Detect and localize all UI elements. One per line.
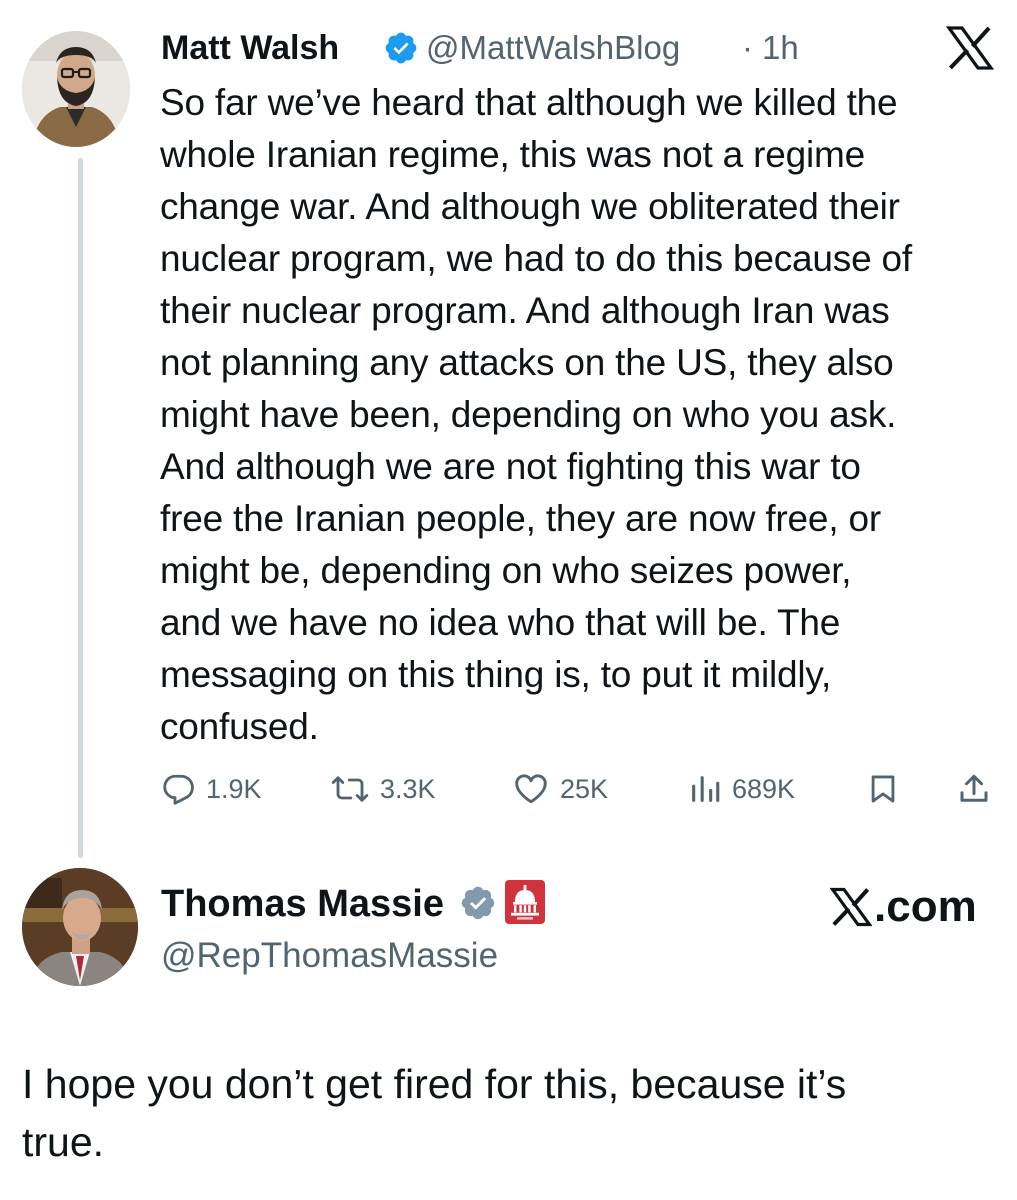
repost-count: 3.3K bbox=[380, 773, 436, 804]
reply-author-handle[interactable]: @RepThomasMassie bbox=[161, 930, 498, 982]
heart-icon bbox=[515, 774, 547, 804]
avatar-matt-walsh[interactable] bbox=[22, 31, 130, 147]
post-text-line: messaging on this thing is, to put it mi… bbox=[160, 654, 832, 695]
share-icon bbox=[960, 774, 988, 802]
reply-text: I hope you don’t get fired for this, bec… bbox=[22, 1055, 1002, 1171]
post-text-line: free the Iranian people, they are now fr… bbox=[160, 498, 881, 539]
post-text-line: and we have no idea who that will be. Th… bbox=[160, 602, 841, 643]
x-logo-icon bbox=[946, 26, 994, 70]
repost-icon bbox=[331, 776, 369, 802]
like-button[interactable]: 25K bbox=[512, 766, 608, 812]
post-text-line: their nuclear program. And although Iran… bbox=[160, 290, 890, 331]
post-text-line: nuclear program, we had to do this becau… bbox=[160, 238, 913, 279]
x-com-watermark: .com bbox=[830, 878, 977, 936]
thread-connector-line bbox=[78, 158, 83, 858]
post-timestamp[interactable]: 1h bbox=[762, 22, 799, 74]
capitol-government-badge-icon[interactable] bbox=[505, 880, 545, 924]
views-button[interactable]: 689K bbox=[688, 766, 795, 812]
post-text-line: confused. bbox=[160, 706, 319, 747]
repost-button[interactable]: 3.3K bbox=[330, 766, 436, 812]
post-text-line: whole Iranian regime, this was not a reg… bbox=[160, 134, 866, 175]
avatar-thomas-massie[interactable] bbox=[22, 868, 138, 986]
reply-count: 1.9K bbox=[206, 773, 262, 804]
reply-icon bbox=[163, 774, 194, 805]
gray-verified-badge-icon[interactable] bbox=[459, 884, 497, 922]
x-logo-icon bbox=[830, 887, 872, 927]
views-chart-icon bbox=[692, 776, 720, 802]
reply-text-line: true. bbox=[22, 1119, 105, 1165]
post-text-line: might be, depending on who seizes power, bbox=[160, 550, 852, 591]
reply-text-line: I hope you don’t get fired for this, bec… bbox=[22, 1061, 847, 1107]
view-count: 689K bbox=[732, 773, 796, 804]
post-text-line: change war. And although we obliterated … bbox=[160, 186, 900, 227]
post-text-line: So far we’ve heard that although we kill… bbox=[160, 82, 898, 123]
post-text-line: And although we are not fighting this wa… bbox=[160, 446, 861, 487]
author-handle[interactable]: @MattWalshBlog bbox=[426, 22, 680, 74]
post-text-line: not planning any attacks on the US, they… bbox=[160, 342, 894, 383]
post-text: So far we’ve heard that although we kill… bbox=[160, 77, 1010, 753]
bookmark-button[interactable] bbox=[866, 766, 900, 812]
like-count: 25K bbox=[560, 773, 609, 804]
author-name[interactable]: Matt Walsh bbox=[161, 22, 339, 74]
verified-badge-icon[interactable] bbox=[383, 30, 419, 66]
site-domain-text: .com bbox=[874, 882, 977, 931]
avatar-image bbox=[22, 31, 130, 147]
post-text-line: might have been, depending on who you as… bbox=[160, 394, 897, 435]
share-button[interactable] bbox=[956, 766, 992, 812]
avatar-image bbox=[22, 868, 138, 986]
reply-author-name[interactable]: Thomas Massie bbox=[161, 878, 444, 930]
separator-dot: · bbox=[742, 29, 753, 66]
bookmark-icon bbox=[871, 775, 895, 803]
reply-button[interactable]: 1.9K bbox=[160, 766, 262, 812]
